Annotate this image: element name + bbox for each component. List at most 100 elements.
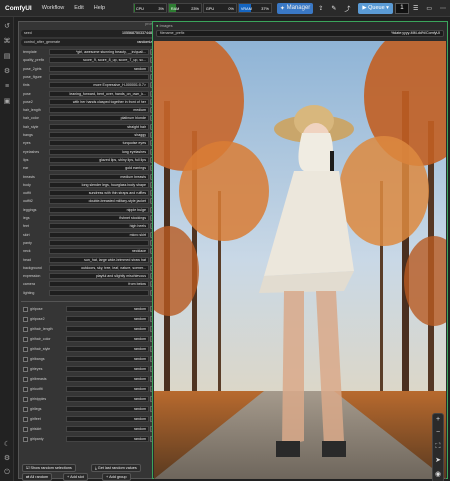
prompt-slot-row[interactable]: outfit2 double-breasted military-style ja… bbox=[21, 197, 157, 206]
slot-value[interactable]: high heels bbox=[49, 223, 149, 230]
slot-value[interactable]: random bbox=[66, 316, 149, 322]
prompt-slot-row[interactable]: background outdoors, sky, tree, leaf, nat… bbox=[21, 264, 157, 273]
menu-edit[interactable]: Edit bbox=[69, 5, 88, 11]
slot-value[interactable] bbox=[49, 239, 149, 246]
queue-count-input[interactable]: 1 bbox=[394, 2, 409, 14]
slot-select-checkbox[interactable] bbox=[23, 316, 28, 322]
slot-value[interactable]: random bbox=[66, 356, 149, 362]
slot-value[interactable]: *girl, awesome stunning beauty, __in/qua… bbox=[49, 49, 149, 55]
zoom-out-icon[interactable]: − bbox=[433, 429, 443, 436]
slot-value[interactable]: score_9, score_8_up, score_7_up, sc... bbox=[49, 57, 149, 64]
add-group-button[interactable]: + Add group bbox=[102, 473, 131, 481]
prompt-slot-row[interactable]: quality_prefix score_9, score_8_up, score… bbox=[21, 56, 157, 65]
slot-value[interactable]: outdoors, sky, tree, leaf, nature, scene… bbox=[49, 264, 149, 271]
prompt-node[interactable]: prompt seed 1055687503374489 control_aft… bbox=[18, 21, 160, 481]
slot-value[interactable]: long slender legs, hourglass body shape bbox=[49, 181, 149, 188]
queue-button[interactable]: ▶ Queue ▾ bbox=[358, 2, 393, 14]
slot-value[interactable]: fishnet stockings bbox=[49, 215, 149, 221]
slot-value[interactable]: medium bbox=[49, 107, 149, 114]
slot-value[interactable]: shaggy bbox=[49, 132, 149, 138]
graph-canvas[interactable]: prompt seed 1055687503374489 control_aft… bbox=[14, 17, 450, 481]
maximize-button[interactable]: ▭ bbox=[423, 3, 435, 14]
prompt-slot-row[interactable]: eyelashes long eyelashes bbox=[21, 148, 157, 157]
slot-value[interactable]: random bbox=[66, 436, 149, 442]
slot-select-checkbox[interactable] bbox=[23, 386, 28, 392]
random-slot-row[interactable]: girlbreasts random bbox=[21, 375, 157, 384]
slot-value[interactable]: sun_hat, large wide-brimmed straw hat bbox=[49, 256, 149, 263]
slot-select-checkbox[interactable] bbox=[23, 406, 28, 412]
node-library-icon[interactable]: ⌘ bbox=[3, 38, 11, 46]
workflows-icon[interactable]: ⚙ bbox=[3, 68, 11, 76]
slot-select-checkbox[interactable] bbox=[23, 396, 28, 402]
slot-value[interactable]: medium breasts bbox=[49, 173, 149, 180]
queue-panel-button[interactable]: ☰ bbox=[410, 3, 421, 14]
slot-value[interactable]: straight hair bbox=[49, 123, 149, 130]
all-random-button[interactable]: ⇄ All random bbox=[22, 473, 53, 481]
prompt-slot-row[interactable]: camera from below bbox=[21, 280, 157, 289]
prompt-slot-row[interactable]: ear gold earrings bbox=[21, 164, 157, 173]
slot-value[interactable]: nipple bulge bbox=[49, 206, 149, 213]
prompt-slot-row[interactable]: breasts medium breasts bbox=[21, 173, 157, 182]
slot-value[interactable]: random bbox=[66, 336, 149, 342]
prompt-slot-row[interactable]: eyes turquoise eyes bbox=[21, 139, 157, 148]
prompt-slot-row[interactable]: lips glazed lips, shiny lips, full lips bbox=[21, 156, 157, 165]
slot-value[interactable]: leaning_forward, bent_over, hands_on_own… bbox=[49, 90, 149, 97]
slot-value[interactable] bbox=[49, 73, 149, 80]
slot-value[interactable]: random bbox=[66, 426, 149, 432]
prompt-slot-row[interactable]: leggings nipple bulge bbox=[21, 206, 157, 215]
slot-value[interactable]: random bbox=[66, 386, 149, 392]
get-last-random-button[interactable]: ⤓ Get last random values bbox=[91, 464, 141, 472]
slot-value[interactable]: random bbox=[66, 376, 149, 382]
random-slot-row[interactable]: girlhair_style random bbox=[21, 345, 157, 354]
zoom-in-icon[interactable]: + bbox=[433, 416, 443, 423]
slot-value[interactable]: micro skirt bbox=[49, 231, 149, 238]
slot-value[interactable]: random bbox=[66, 346, 149, 352]
menu-workflow[interactable]: Workflow bbox=[37, 5, 70, 11]
prompt-slot-row[interactable]: body long slender legs, hourglass body sh… bbox=[21, 181, 157, 190]
add-slot-button[interactable]: + Add slot bbox=[63, 473, 88, 481]
slot-value[interactable]: sundress with thin straps and ruffles bbox=[49, 190, 149, 197]
prompt-slot-row[interactable]: pose leaning_forward, bent_over, hands_on… bbox=[21, 90, 157, 99]
random-slot-row[interactable]: girlfeet random bbox=[21, 415, 157, 424]
random-slot-row[interactable]: girloutfit random bbox=[21, 385, 157, 394]
slot-value[interactable]: random bbox=[49, 65, 149, 72]
slot-value[interactable]: necklace bbox=[49, 248, 149, 255]
model-library-icon[interactable]: ▤ bbox=[3, 53, 11, 61]
slot-select-checkbox[interactable] bbox=[23, 416, 28, 422]
pin-button[interactable]: ✎ bbox=[328, 3, 339, 14]
slot-value[interactable]: with her hands clasped together in front… bbox=[49, 98, 149, 105]
slot-value[interactable]: random bbox=[66, 366, 149, 372]
seed-widget[interactable]: seed 1055687503374489 bbox=[21, 30, 157, 37]
random-slot-row[interactable]: girlpose2 random bbox=[21, 315, 157, 324]
slot-select-checkbox[interactable] bbox=[23, 436, 28, 442]
prompt-slot-row[interactable]: bangs shaggy bbox=[21, 131, 157, 140]
show-random-button[interactable]: ☑ Show random selections bbox=[22, 464, 76, 472]
slot-value[interactable]: turquoise eyes bbox=[49, 140, 149, 147]
slot-value[interactable]: random bbox=[66, 396, 149, 402]
more-button[interactable]: ⋯ bbox=[437, 3, 449, 14]
slot-value[interactable]: from below bbox=[49, 281, 149, 288]
prompt-slot-row[interactable]: pose_2girls random bbox=[21, 65, 157, 73]
slot-value[interactable]: random bbox=[66, 416, 149, 422]
slot-value[interactable]: double-breasted military-style jacket bbox=[49, 198, 149, 205]
prompt-slot-row[interactable]: lighting bbox=[21, 289, 157, 297]
prompt-slot-row[interactable]: neck necklace bbox=[21, 247, 157, 256]
queue-icon[interactable]: ≡ bbox=[3, 83, 11, 91]
manager-button[interactable]: ✦ Manager bbox=[276, 2, 314, 14]
slot-value[interactable]: platinum blonde bbox=[49, 115, 149, 122]
slot-value[interactable]: glazed lips, shiny lips, full lips bbox=[49, 156, 149, 163]
slot-value[interactable]: random bbox=[66, 326, 149, 332]
prompt-slot-row[interactable]: panty bbox=[21, 239, 157, 247]
prompt-slot-row[interactable]: template *girl, awesome stunning beauty, … bbox=[21, 48, 157, 57]
history-icon[interactable]: ↺ bbox=[3, 23, 11, 31]
slot-value[interactable]: random bbox=[66, 406, 149, 412]
fit-view-icon[interactable]: ⛶ bbox=[433, 443, 443, 451]
random-slot-row[interactable]: girlpose random bbox=[21, 305, 157, 314]
slot-value[interactable] bbox=[49, 289, 149, 296]
image-preview-node[interactable]: ● Images filename_prefix %date:yyyy-MM-d… bbox=[152, 21, 448, 481]
slot-select-checkbox[interactable] bbox=[23, 426, 28, 432]
slot-select-checkbox[interactable] bbox=[23, 376, 28, 382]
prompt-slot-row[interactable]: feet high heels bbox=[21, 222, 157, 231]
visibility-icon[interactable]: ◉ bbox=[433, 470, 443, 478]
prompt-slot-row[interactable]: head sun_hat, large wide-brimmed straw ha… bbox=[21, 256, 157, 265]
